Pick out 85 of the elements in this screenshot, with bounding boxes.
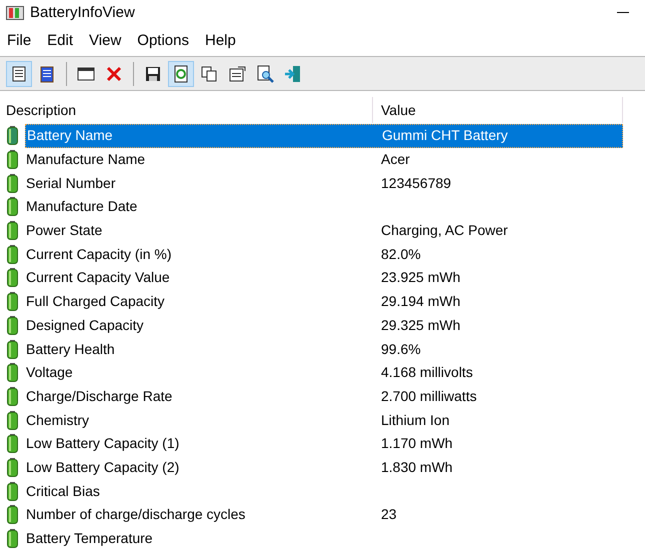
menu-item[interactable]: View xyxy=(88,30,122,52)
table-cell-text: Gummi CHT Battery xyxy=(381,126,508,146)
table-cell-text: Serial Number xyxy=(25,174,116,193)
table-row[interactable]: Battery Health 99.6% xyxy=(0,337,645,361)
column-header[interactable]: Value xyxy=(373,97,623,123)
menu-item[interactable]: Help xyxy=(204,30,237,52)
table-row[interactable]: Full Charged Capacity 29.194 mWh xyxy=(0,290,645,314)
table-row[interactable]: Power State Charging, AC Power xyxy=(0,218,645,242)
table-cell-text: 82.0% xyxy=(380,244,421,264)
menu-item[interactable]: Options xyxy=(136,30,190,52)
table-cell-text: Designed Capacity xyxy=(25,316,145,335)
table-cell-text: 99.6% xyxy=(380,340,421,359)
find-icon xyxy=(256,64,274,82)
battery-icon xyxy=(7,363,18,382)
table-cell-text: 23 xyxy=(380,505,397,524)
table-row[interactable]: Current Capacity Value 23.925 mWh xyxy=(0,266,645,290)
table-cell-text: Manufacture Date xyxy=(25,197,138,216)
battery-icon xyxy=(7,126,18,146)
table-row[interactable]: Serial Number 123456789 xyxy=(0,171,645,196)
battery-icon xyxy=(7,505,18,524)
table-cell-text: Number of charge/discharge cycles xyxy=(25,505,246,524)
battery-icon xyxy=(7,529,18,548)
table-row[interactable]: Manufacture Date xyxy=(0,195,645,219)
exit-icon xyxy=(284,64,302,82)
window-title: BatteryInfoView xyxy=(30,2,135,23)
table-cell-text: Voltage xyxy=(25,363,74,382)
battery-icon xyxy=(7,292,18,312)
battery-icon xyxy=(7,150,18,170)
table-cell-text: 1.830 mWh xyxy=(380,458,453,477)
table-cell-text: Power State xyxy=(25,221,104,240)
menu-item[interactable]: Edit xyxy=(46,30,74,52)
battery-icon xyxy=(7,244,18,264)
table-cell-text: Current Capacity Value xyxy=(25,268,171,288)
battery-icon xyxy=(7,268,18,288)
minimize-icon[interactable] xyxy=(617,12,629,14)
window-icon xyxy=(77,64,95,82)
battery-icon xyxy=(7,458,18,477)
table-cell-text: Current Capacity (in %) xyxy=(25,244,172,264)
delete-icon xyxy=(105,64,123,82)
save-icon xyxy=(144,64,162,82)
battery-icon xyxy=(7,386,18,406)
table-row[interactable]: Current Capacity (in %) 82.0% xyxy=(0,242,645,266)
table-row[interactable]: Battery Temperature xyxy=(0,526,645,550)
table-cell-text: 4.168 millivolts xyxy=(380,363,473,382)
battery-icon xyxy=(7,316,18,335)
table-cell-text: 123456789 xyxy=(380,174,452,193)
table-cell-text: Manufacture Name xyxy=(25,150,146,170)
table-cell-text: Low Battery Capacity (2) xyxy=(25,458,180,477)
table-cell-text: Critical Bias xyxy=(25,482,101,501)
table-cell-text: Chemistry xyxy=(25,410,90,430)
table-row[interactable]: Low Battery Capacity (2) 1.830 mWh xyxy=(0,456,645,480)
table-cell-text: Charge/Discharge Rate xyxy=(25,386,174,406)
table-cell-text: 1.170 mWh xyxy=(380,434,453,454)
clipboard-icon xyxy=(38,64,56,82)
table-row[interactable]: Critical Bias xyxy=(0,479,645,503)
table-cell-text: Low Battery Capacity (1) xyxy=(25,434,180,454)
table-row[interactable]: Chemistry Lithium Ion xyxy=(0,408,645,432)
table-row[interactable]: Charge/Discharge Rate 2.700 milliwatts xyxy=(0,384,645,408)
table-cell-text: 29.194 mWh xyxy=(380,292,460,312)
copy-icon xyxy=(200,64,218,82)
table-cell-text: 29.325 mWh xyxy=(380,316,460,335)
battery-icon xyxy=(7,197,18,216)
table-cell-text: Battery Health xyxy=(25,340,116,359)
table-row[interactable]: Low Battery Capacity (1) 1.170 mWh xyxy=(0,432,645,456)
battery-icon xyxy=(7,482,18,501)
battery-icon xyxy=(7,434,18,454)
table-cell-text: Full Charged Capacity xyxy=(25,292,166,312)
battery-icon xyxy=(7,410,18,430)
column-header[interactable]: Description xyxy=(0,97,373,123)
table-row[interactable]: Number of charge/discharge cycles 23 xyxy=(0,503,645,527)
table-cell-text: Lithium Ion xyxy=(380,410,450,430)
menu-item[interactable]: File xyxy=(6,30,32,52)
table-cell-text: 23.925 mWh xyxy=(380,268,460,288)
table-row[interactable]: Designed Capacity 29.325 mWh xyxy=(0,314,645,338)
battery-icon xyxy=(7,221,18,240)
table-cell-text: Battery Name xyxy=(26,126,114,146)
app-icon xyxy=(6,6,24,20)
table-cell-text: Acer xyxy=(380,150,410,170)
table-cell-text: Battery Temperature xyxy=(25,529,154,548)
battery-icon xyxy=(7,340,18,359)
table-row[interactable]: Manufacture Name Acer xyxy=(0,148,645,172)
battery-icon xyxy=(7,174,18,193)
table-cell-text: 2.700 milliwatts xyxy=(380,386,477,406)
table-row[interactable]: Voltage 4.168 millivolts xyxy=(0,360,645,385)
table-cell-text: Charging, AC Power xyxy=(380,221,508,240)
